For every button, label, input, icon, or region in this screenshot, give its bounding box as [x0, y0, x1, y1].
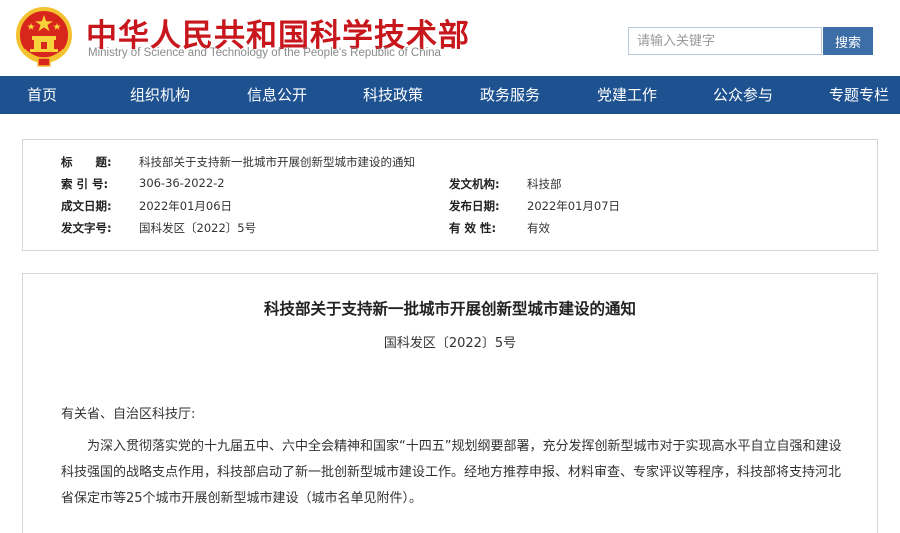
article-body: 科技部关于支持新一批城市开展创新型城市建设的通知 国科发区〔2022〕5号 有关… [22, 273, 878, 533]
article-doc-number: 国科发区〔2022〕5号 [383, 336, 517, 351]
document-info-box: 标 题: 科技部关于支持新一批城市开展创新型城市建设的通知 索 引 号: 306… [22, 139, 878, 251]
article-salutation: 有关省、自治区科技厅: [61, 407, 196, 422]
info-published-label: 发布日期: [449, 199, 500, 213]
nav-item-information[interactable]: 信息公开 [247, 76, 307, 114]
nav-item-organization[interactable]: 组织机构 [130, 76, 190, 114]
nav-item-special[interactable]: 专题专栏 [829, 76, 889, 114]
info-title-value: 科技部关于支持新一批城市开展创新型城市建设的通知 [139, 155, 415, 169]
info-index-value: 306-36-2022-2 [139, 176, 225, 190]
info-created-value: 2022年01月06日 [139, 199, 233, 213]
info-index-label: 索 引 号: [61, 177, 109, 191]
info-title-label: 标 题: [61, 155, 112, 169]
main-nav: 首页 组织机构 信息公开 科技政策 政务服务 党建工作 公众参与 专题专栏 [0, 76, 900, 114]
site-header: 中华人民共和国科学技术部 Ministry of Science and Tec… [0, 0, 900, 76]
article-title: 科技部关于支持新一批城市开展创新型城市建设的通知 [263, 300, 636, 318]
info-created-label: 成文日期: [61, 199, 112, 213]
nav-item-party[interactable]: 党建工作 [597, 76, 657, 114]
info-validity-label: 有 效 性: [449, 221, 497, 235]
search-button[interactable]: 搜索 [823, 27, 873, 55]
nav-item-public[interactable]: 公众参与 [713, 76, 773, 114]
info-row-title: 标 题: 科技部关于支持新一批城市开展创新型城市建设的通知 [23, 154, 877, 174]
national-emblem-icon[interactable] [14, 6, 74, 68]
article-paragraph: 为深入贯彻落实党的十九届五中、六中全会精神和国家“十四五”规划纲要部署，充分发挥… [61, 439, 842, 506]
info-row-index: 索 引 号: 306-36-2022-2 发文机构: 科技部 [23, 176, 877, 196]
search-input[interactable] [628, 27, 822, 55]
info-row-dates: 成文日期: 2022年01月06日 发布日期: 2022年01月07日 [23, 198, 877, 218]
info-published-value: 2022年01月07日 [527, 199, 621, 213]
nav-item-policy[interactable]: 科技政策 [363, 76, 423, 114]
nav-item-services[interactable]: 政务服务 [480, 76, 540, 114]
info-issuer-value: 科技部 [527, 177, 562, 191]
info-issuer-label: 发文机构: [449, 177, 500, 191]
info-row-docno: 发文字号: 国科发区〔2022〕5号 有 效 性: 有效 [23, 220, 877, 240]
info-docno-label: 发文字号: [61, 221, 112, 235]
info-validity-value: 有效 [527, 221, 550, 235]
nav-item-home[interactable]: 首页 [27, 76, 57, 114]
info-docno-value: 国科发区〔2022〕5号 [139, 221, 257, 235]
site-subtitle: Ministry of Science and Technology of th… [88, 47, 441, 59]
